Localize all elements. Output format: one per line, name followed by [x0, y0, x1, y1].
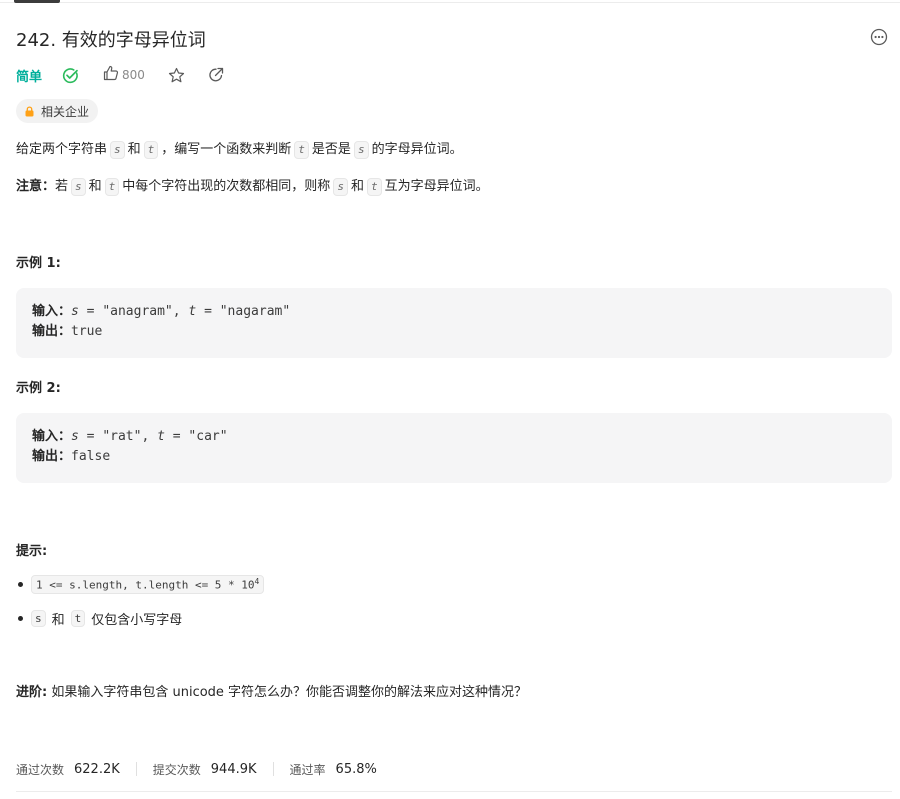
- divider: [272, 762, 274, 776]
- value: = "car": [164, 429, 228, 444]
- note-label: 注意：: [16, 179, 56, 194]
- bullet-dot: [18, 581, 23, 587]
- problem-title: 242. 有效的字母异位词: [16, 30, 206, 51]
- followup-paragraph: 进阶: 如果输入字符串包含 unicode 字符怎么办？你能否调整你的解法来应对…: [16, 683, 527, 703]
- accepted-count-label: 通过次数: [16, 762, 65, 777]
- inline-code: t: [104, 178, 120, 196]
- inline-code: s: [31, 610, 46, 627]
- var: s: [71, 429, 79, 444]
- submission-count-label: 提交次数: [152, 762, 201, 777]
- superscript: 4: [254, 577, 260, 586]
- followup-text: 如果输入字符串包含 unicode 字符怎么办？你能否调整你的解法来应对这种情况…: [51, 685, 528, 700]
- inline-code: 1 <= s.length, t.length <= 5 * 104: [31, 575, 265, 594]
- inline-code: s: [353, 141, 369, 159]
- star-icon[interactable]: [168, 67, 185, 84]
- share-icon[interactable]: [208, 67, 224, 83]
- constraint-code: 1 <= s.length, t.length <= 5 * 10: [36, 578, 255, 592]
- value: = "anagram",: [78, 304, 189, 319]
- description-paragraph: 给定两个字符串 s 和 t ，编写一个函数来判断 t 是否是 s 的字母异位词。: [16, 140, 463, 160]
- acceptance-rate-value: 65.8%: [335, 761, 377, 777]
- active-tab-indicator: [14, 0, 60, 3]
- inline-code: t: [143, 141, 159, 159]
- example-1-output: 输出：true: [32, 322, 876, 342]
- example-2-title: 示例 2:: [16, 381, 61, 396]
- thumbs-up-icon: [103, 65, 119, 85]
- accepted-count-value: 622.2K: [74, 761, 120, 777]
- submission-count-value: 944.9K: [210, 761, 257, 777]
- text: 和: [51, 613, 65, 628]
- text: 和: [127, 142, 141, 157]
- text: 仅包含小写字母: [91, 613, 183, 628]
- inline-code: t: [70, 610, 86, 627]
- example-2-input: 输入：s = "rat", t = "car": [32, 427, 876, 447]
- input-label: 输入：: [32, 429, 72, 444]
- text: 中每个字符出现的次数都相同，则称: [122, 179, 331, 194]
- submission-stats: 通过次数 622.2K 提交次数 944.9K 通过率 65.8%: [16, 759, 377, 779]
- related-companies-tag[interactable]: 相关企业: [16, 99, 99, 123]
- text: 给定两个字符串: [16, 142, 108, 157]
- related-companies-label: 相关企业: [41, 104, 90, 119]
- example-2-output: 输出：false: [32, 447, 876, 467]
- text: 若: [55, 179, 69, 194]
- text: 和: [350, 179, 364, 194]
- followup-label: 进阶:: [16, 685, 48, 700]
- value: false: [71, 449, 111, 464]
- note-paragraph: 注意：若 s 和 t 中每个字符出现的次数都相同，则称 s 和 t 互为字母异位词。: [16, 177, 489, 197]
- tab-bar-divider: [0, 2, 900, 3]
- like-button[interactable]: 800: [103, 65, 145, 85]
- example-1-title: 示例 1:: [16, 256, 61, 271]
- constraint-item: s 和 t 仅包含小写字母: [16, 609, 182, 628]
- text: 的字母异位词。: [371, 142, 463, 157]
- constraint-item: 1 <= s.length, t.length <= 5 * 104: [16, 575, 265, 594]
- problem-meta-row: 简单 800: [16, 64, 224, 86]
- text: 是否是: [311, 142, 351, 157]
- output-label: 输出：: [32, 324, 72, 339]
- stats-divider: [16, 791, 892, 792]
- bullet-dot: [18, 616, 23, 621]
- inline-code: t: [366, 178, 382, 196]
- var: t: [157, 429, 165, 444]
- output-label: 输出：: [32, 449, 72, 464]
- inline-code: s: [333, 178, 348, 196]
- like-count: 800: [122, 68, 145, 82]
- inline-code: s: [71, 178, 86, 196]
- input-label: 输入：: [32, 304, 72, 319]
- divider: [135, 762, 137, 776]
- inline-code: t: [294, 141, 309, 159]
- value: = "nagaram": [196, 304, 291, 319]
- constraints-title: 提示:: [16, 544, 48, 559]
- solved-check-icon: [62, 67, 79, 84]
- lock-icon: [24, 105, 35, 117]
- text: ，编写一个函数来判断: [161, 142, 292, 157]
- inline-code: s: [110, 141, 125, 159]
- difficulty-badge: 简单: [16, 69, 43, 85]
- example-2-block: 输入：s = "rat", t = "car" 输出：false: [16, 413, 892, 483]
- more-icon[interactable]: [870, 28, 888, 46]
- value: true: [71, 324, 103, 339]
- text: 互为字母异位词。: [384, 179, 489, 194]
- example-1-block: 输入：s = "anagram", t = "nagaram" 输出：true: [16, 288, 892, 358]
- text: 和: [88, 179, 102, 194]
- value: = "rat",: [78, 429, 158, 444]
- acceptance-rate-label: 通过率: [289, 762, 326, 777]
- var: s: [71, 304, 79, 319]
- example-1-input: 输入：s = "anagram", t = "nagaram": [32, 302, 876, 322]
